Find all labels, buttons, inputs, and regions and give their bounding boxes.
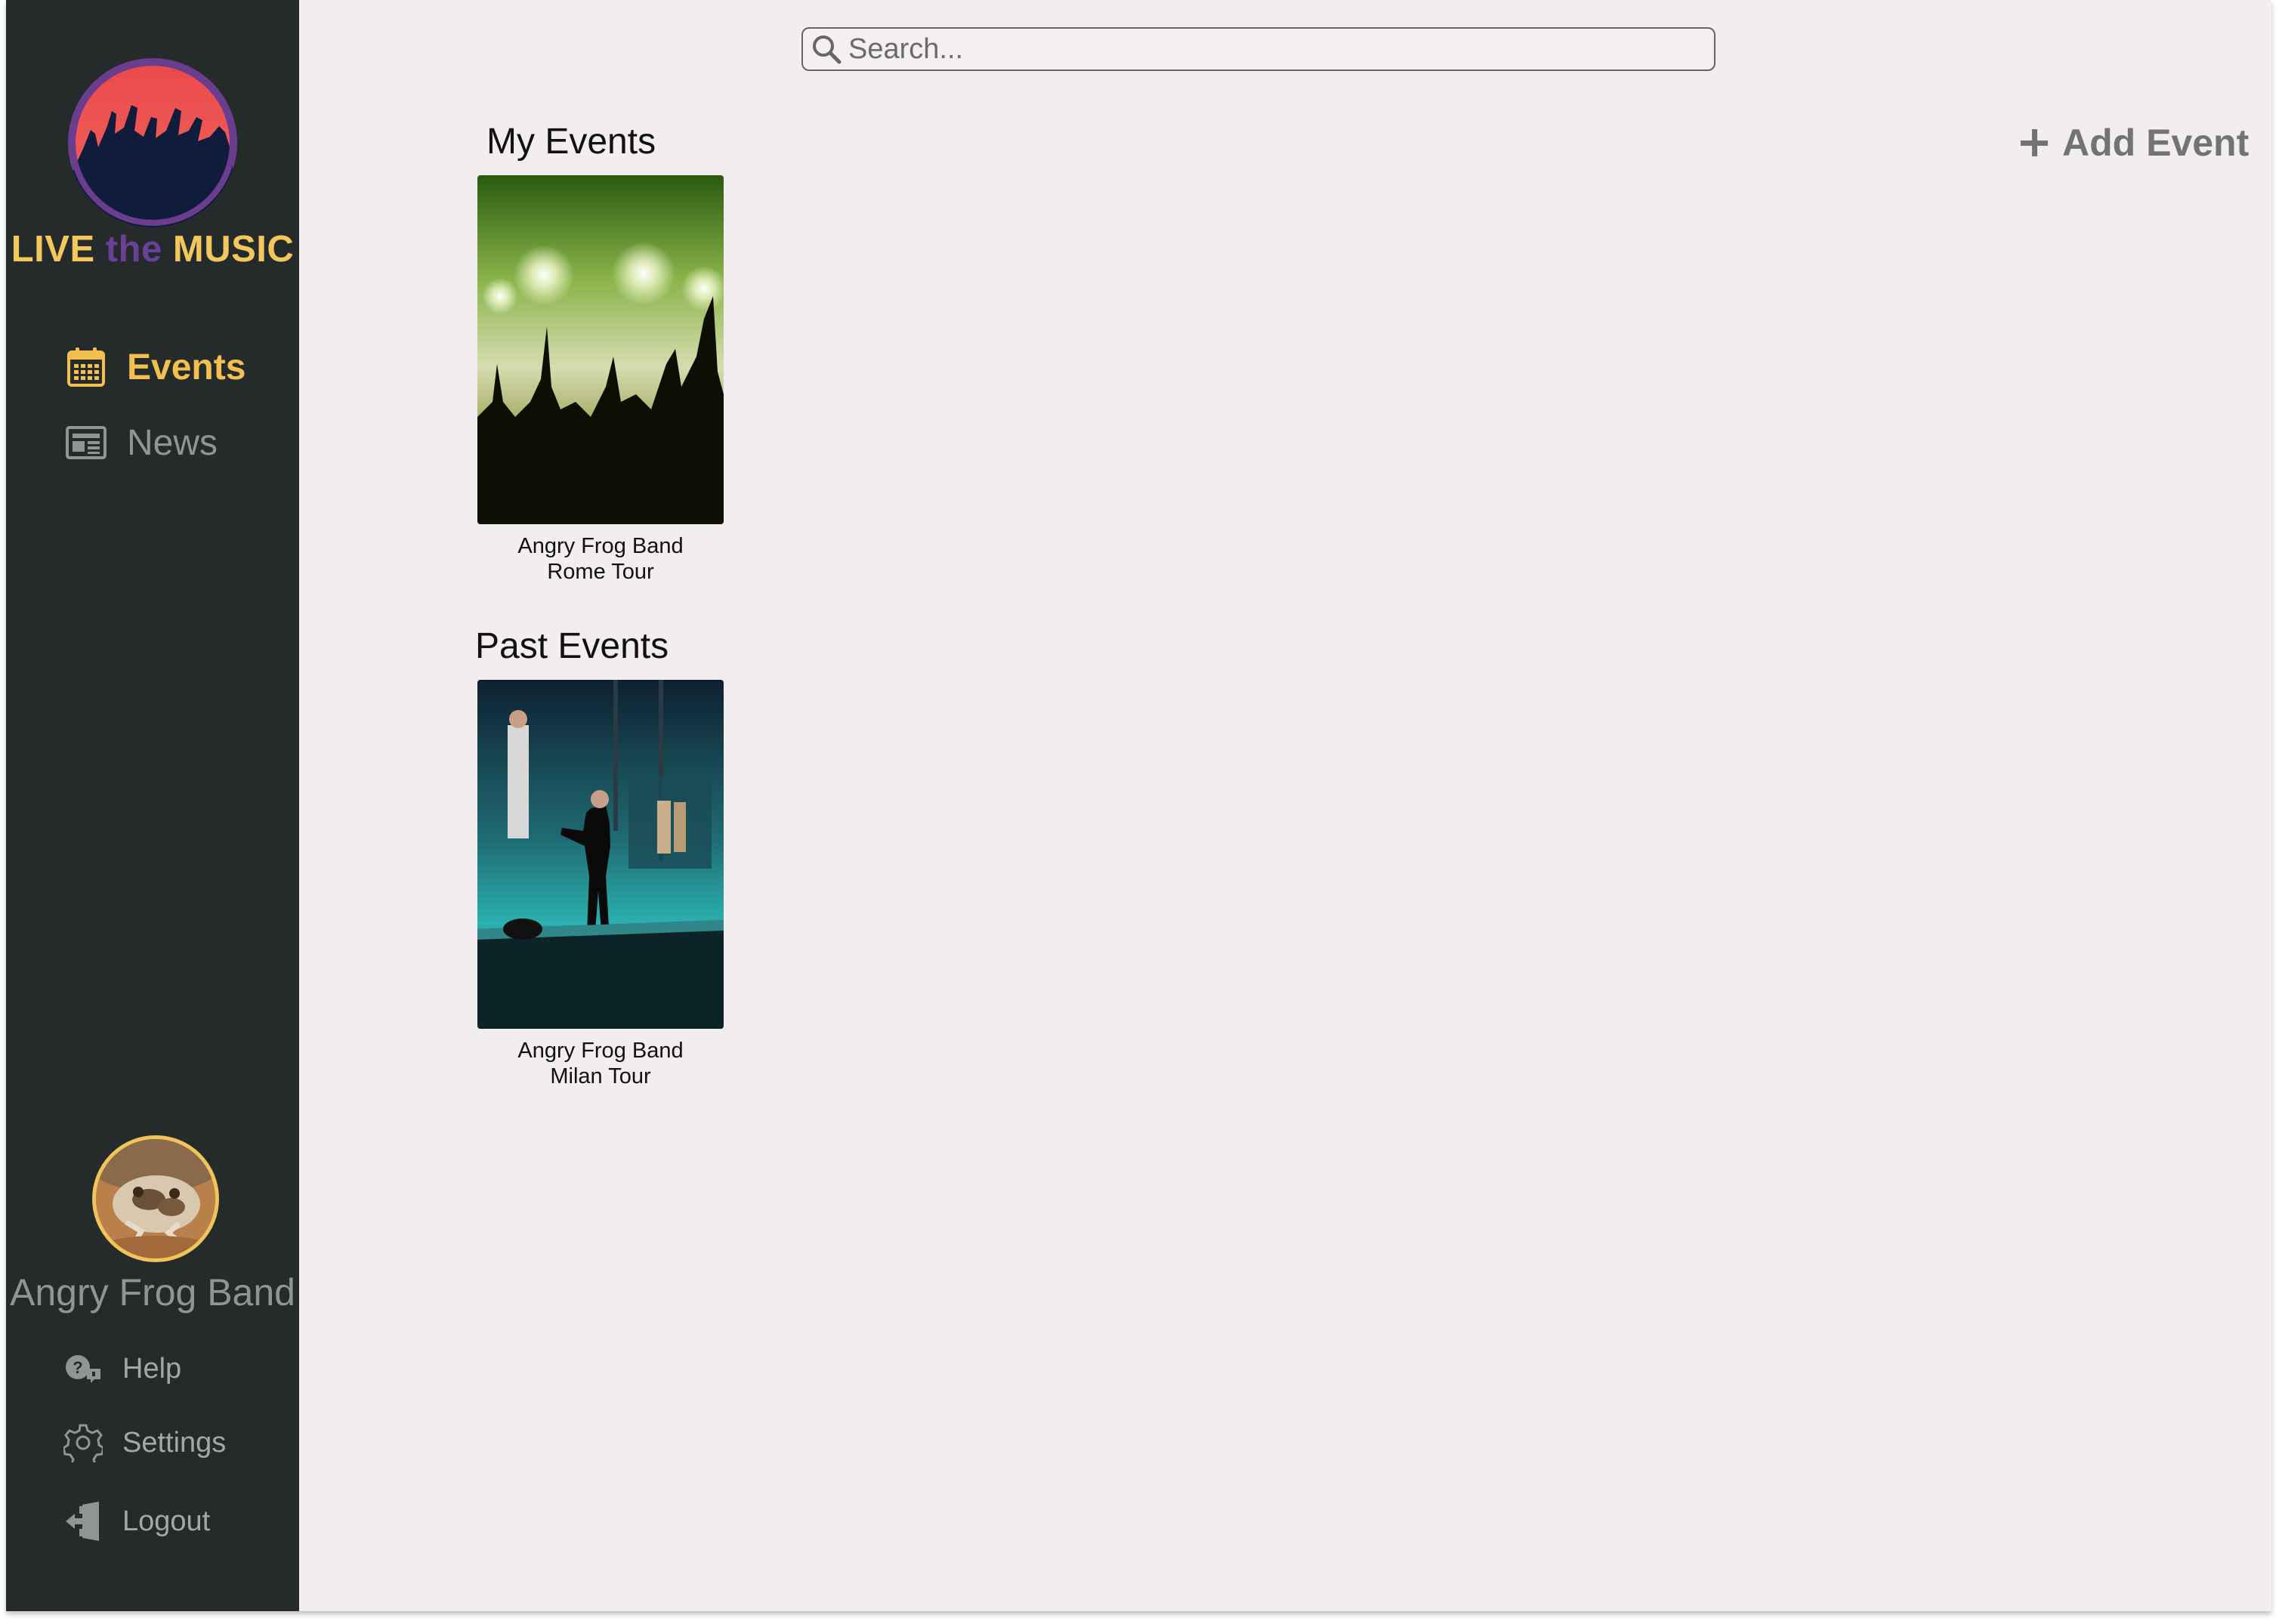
search-bar	[801, 27, 1715, 71]
event-caption: Angry Frog Band Rome Tour	[477, 533, 724, 585]
help-link[interactable]: ? Help	[62, 1345, 181, 1393]
event-image	[477, 680, 724, 1029]
logout-icon	[62, 1500, 104, 1542]
logout-label: Logout	[122, 1505, 211, 1537]
gear-icon	[62, 1422, 104, 1464]
sidebar-item-label: Events	[127, 347, 246, 387]
event-caption-line1: Angry Frog Band	[517, 1039, 684, 1063]
brand-logo	[68, 58, 237, 227]
profile-name: Angry Frog Band	[10, 1271, 295, 1314]
event-caption: Angry Frog Band Milan Tour	[477, 1038, 724, 1089]
event-image	[477, 175, 724, 524]
event-card-rome[interactable]: Angry Frog Band Rome Tour	[477, 175, 724, 585]
newspaper-icon	[63, 420, 109, 465]
avatar[interactable]	[92, 1135, 219, 1262]
sidebar-item-news[interactable]: News	[63, 415, 218, 470]
calendar-icon	[63, 344, 109, 390]
plus-icon	[2015, 124, 2053, 162]
sidebar-item-label: News	[127, 422, 218, 463]
sidebar-item-events[interactable]: Events	[63, 340, 246, 394]
past-events-title: Past Events	[475, 626, 669, 666]
help-icon: ?	[62, 1348, 104, 1390]
event-caption-line2: Milan Tour	[550, 1064, 651, 1088]
search-icon	[808, 30, 845, 68]
add-event-button[interactable]: Add Event	[2015, 121, 2249, 165]
sidebar: LIVE the MUSIC Events News Angry Frog Ba…	[6, 0, 299, 1611]
event-caption-line2: Rome Tour	[547, 560, 654, 584]
svg-text:?: ?	[73, 1358, 82, 1377]
event-caption-line1: Angry Frog Band	[517, 534, 684, 558]
brand-text-music: MUSIC	[162, 229, 295, 270]
settings-label: Settings	[122, 1426, 227, 1459]
add-event-label: Add Event	[2062, 122, 2250, 164]
app-window: LIVE the MUSIC Events News Angry Frog Ba…	[6, 0, 2271, 1611]
my-events-title: My Events	[486, 122, 656, 162]
settings-link[interactable]: Settings	[62, 1419, 226, 1467]
brand-text-live: LIVE	[11, 229, 106, 270]
logout-link[interactable]: Logout	[62, 1497, 210, 1545]
brand-wordmark: LIVE the MUSIC	[6, 228, 299, 270]
event-card-milan[interactable]: Angry Frog Band Milan Tour	[477, 680, 724, 1089]
brand-text-the: the	[105, 229, 162, 270]
search-input[interactable]	[848, 30, 1679, 68]
help-label: Help	[122, 1352, 182, 1385]
